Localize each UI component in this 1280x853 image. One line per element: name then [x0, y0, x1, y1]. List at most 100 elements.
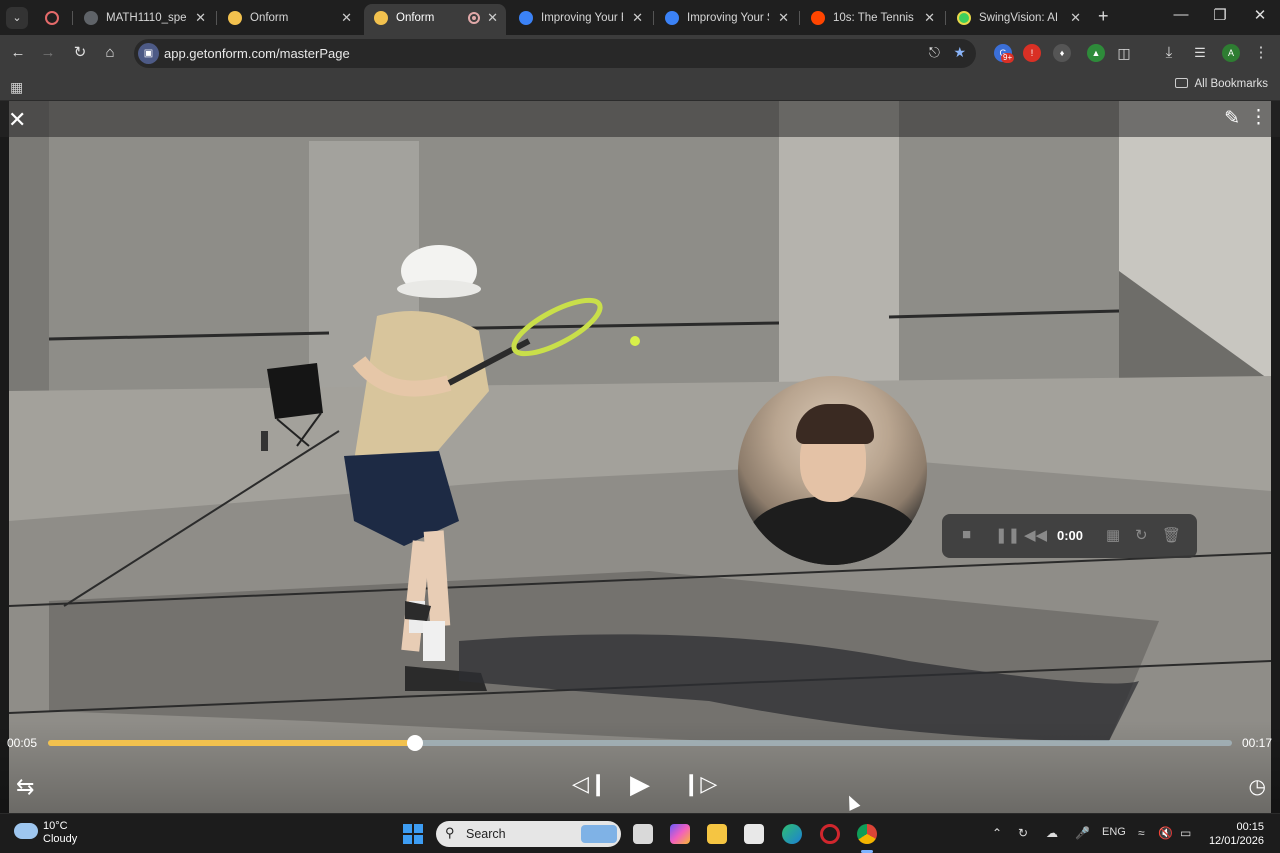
grid-icon[interactable]: ▦ — [1106, 526, 1120, 544]
weather-temp: 10°C — [43, 820, 68, 832]
tab-recorder[interactable] — [36, 4, 70, 32]
copilot-icon[interactable] — [670, 824, 690, 844]
onform-icon — [228, 11, 242, 25]
close-tab-icon[interactable]: ✕ — [632, 4, 643, 32]
sync-icon[interactable]: ↻ — [1018, 826, 1028, 840]
minimize-button[interactable]: — — [1166, 6, 1196, 23]
tab-tennis-reddit[interactable]: 10s: The Tennis Pla ✕ — [801, 4, 943, 32]
download-icon[interactable]: ⤓ — [1160, 44, 1178, 62]
bookmark-star-icon[interactable]: ★ — [953, 44, 966, 61]
tab-title: 10s: The Tennis Pla — [833, 12, 915, 24]
all-bookmarks-button[interactable]: All Bookmarks — [1174, 78, 1269, 90]
taskbar-search[interactable]: ⚲ Search — [436, 821, 621, 847]
close-tab-icon[interactable]: ✕ — [1070, 4, 1081, 32]
close-tab-icon[interactable]: ✕ — [487, 4, 498, 32]
all-bookmarks-label: All Bookmarks — [1194, 78, 1269, 90]
search-label: Search — [466, 827, 506, 841]
play-icon[interactable]: ▶ — [630, 769, 650, 800]
restart-icon[interactable]: ↻ — [1135, 526, 1148, 544]
more-options-icon[interactable]: ⋮ — [1249, 106, 1268, 129]
close-window-button[interactable]: ✕ — [1245, 6, 1275, 24]
close-viewer-icon[interactable]: ✕ — [8, 107, 26, 133]
edit-pencil-icon[interactable]: ✎ — [1224, 107, 1240, 130]
globe-icon — [84, 11, 98, 25]
opera-icon[interactable] — [820, 824, 840, 844]
restore-button[interactable]: ❐ — [1205, 6, 1235, 24]
tab-improving-ba[interactable]: Improving Your Ba ✕ — [509, 4, 651, 32]
loop-icon[interactable]: ⇆ — [16, 774, 34, 800]
tab-onform-1[interactable]: Onform ✕ — [218, 4, 360, 32]
chrome-icon[interactable] — [857, 824, 877, 844]
gear-icon — [665, 11, 679, 25]
tab-onform-active[interactable]: Onform ✕ — [364, 4, 506, 35]
tab-search-menu-icon[interactable]: ⌄ — [6, 7, 28, 29]
trash-icon[interactable]: 🗑 — [1162, 526, 1181, 544]
tab-math1110[interactable]: MATH1110_specim ✕ — [74, 4, 214, 32]
language-indicator[interactable]: ENG — [1102, 826, 1126, 838]
recording-controls: ■ ❚❚ ◀◀ 0:00 ▦ ↻ 🗑 — [942, 514, 1197, 558]
screen-share-icon[interactable]: ▣ — [138, 43, 159, 64]
install-app-icon[interactable]: ⎋ — [929, 44, 940, 61]
tab-title: Improving Your Se — [687, 12, 769, 24]
record-icon — [45, 11, 59, 25]
start-button[interactable] — [403, 824, 423, 844]
recording-icon — [468, 12, 480, 24]
next-frame-icon[interactable]: ❙▷ — [682, 771, 717, 797]
tab-swingvision[interactable]: SwingVision: AI Sta ✕ — [947, 4, 1089, 32]
pause-icon[interactable]: ❚❚ — [995, 526, 1020, 544]
folder-icon — [1174, 78, 1188, 88]
tab-improving-se[interactable]: Improving Your Se ✕ — [655, 4, 797, 32]
url-text[interactable]: app.getonform.com/masterPage — [164, 39, 350, 68]
video-viewer: ✕ ✎ ⋮ ■ ❚❚ ◀◀ 0:00 ▦ ↻ 🗑 00:05 00:17 ⇆ ◁… — [0, 101, 1280, 813]
playback-speed-icon[interactable]: ◷ — [1249, 774, 1266, 799]
seek-bar-handle[interactable] — [407, 735, 424, 751]
address-bar[interactable]: ▣ app.getonform.com/masterPage ⎋ ★ — [134, 39, 976, 68]
current-time: 00:05 — [7, 736, 38, 750]
weather-desc: Cloudy — [43, 833, 78, 845]
previous-frame-icon[interactable]: ◁❙ — [572, 771, 607, 797]
reload-button[interactable]: ↻ — [69, 42, 91, 64]
file-explorer-icon[interactable] — [707, 824, 727, 844]
weather-widget[interactable]: 10°C Cloudy — [43, 820, 77, 846]
reading-list-icon[interactable]: ☰ — [1191, 44, 1209, 62]
microphone-icon[interactable]: 🎤 — [1075, 826, 1090, 840]
task-view-icon[interactable] — [633, 824, 653, 844]
tab-title: MATH1110_specim — [106, 12, 186, 24]
close-tab-icon[interactable]: ✕ — [778, 4, 789, 32]
extension-icon[interactable]: ♦ — [1053, 44, 1071, 62]
new-tab-button[interactable]: + — [1098, 6, 1109, 27]
extension-icon[interactable]: ▲ — [1087, 44, 1105, 62]
home-button[interactable]: ⌂ — [99, 42, 121, 64]
reddit-icon — [811, 11, 825, 25]
extensions-puzzle-icon[interactable]: ◫ — [1115, 44, 1133, 62]
tennis-practice-scene — [9, 101, 1271, 813]
battery-icon[interactable]: ▭ — [1180, 826, 1191, 840]
seek-bar-progress — [48, 740, 416, 746]
edge-icon[interactable] — [782, 824, 802, 844]
microsoft-store-icon[interactable] — [744, 824, 764, 844]
webcam-overlay[interactable] — [738, 376, 927, 565]
menu-kebab-icon[interactable]: ⋮ — [1252, 44, 1270, 62]
wifi-icon[interactable]: ≈ — [1138, 826, 1145, 840]
stop-icon[interactable]: ■ — [962, 526, 971, 543]
tab-title: Improving Your Ba — [541, 12, 623, 24]
onedrive-icon[interactable]: ☁ — [1046, 826, 1058, 840]
video-frame[interactable] — [9, 101, 1271, 813]
recording-time: 0:00 — [1057, 528, 1084, 543]
close-tab-icon[interactable]: ✕ — [924, 4, 935, 32]
cloud-icon[interactable] — [14, 823, 38, 839]
forward-button[interactable]: → — [37, 42, 59, 64]
volume-muted-icon[interactable]: 🔇 — [1158, 826, 1173, 840]
back-button[interactable]: ← — [7, 42, 29, 64]
profile-avatar[interactable]: A — [1222, 44, 1240, 62]
close-tab-icon[interactable]: ✕ — [341, 4, 352, 32]
seek-bar[interactable] — [48, 735, 1232, 751]
close-tab-icon[interactable]: ✕ — [195, 4, 206, 32]
alert-extension-icon[interactable]: ! — [1023, 44, 1041, 62]
system-clock[interactable]: 00:15 12/01/2026 — [1209, 820, 1264, 848]
apps-grid-icon[interactable]: ▦ — [10, 79, 23, 96]
tab-title: Onform — [250, 12, 289, 24]
show-hidden-icons[interactable]: ⌃ — [992, 826, 1002, 840]
gear-icon — [519, 11, 533, 25]
rewind-icon[interactable]: ◀◀ — [1024, 526, 1047, 544]
